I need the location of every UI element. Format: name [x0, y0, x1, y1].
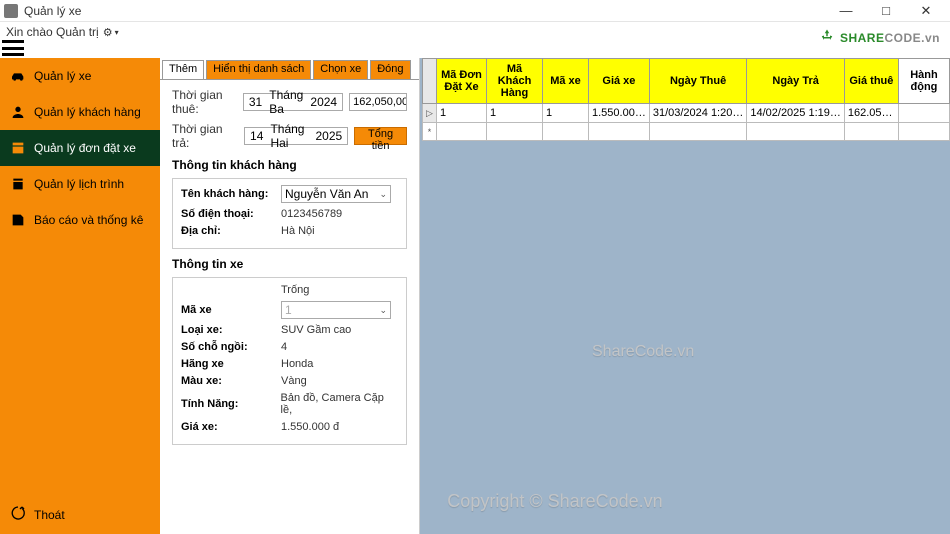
tab-add[interactable]: Thêm [162, 60, 204, 79]
table-new-row[interactable]: * [423, 123, 950, 141]
cust-phone-value: 0123456789 [281, 208, 342, 220]
sidebar-item-label: Quản lý xe [34, 69, 91, 83]
rent-amount-field[interactable]: 162,050,000 đ [349, 93, 407, 111]
rent-time-label: Thời gian thuê: [172, 88, 237, 116]
car-feat-value: Bản đồ, Camera Cặp lề, [281, 392, 398, 416]
col-action[interactable]: Hành động [898, 59, 949, 104]
sidebar-exit[interactable]: Thoát [0, 495, 160, 534]
window-title: Quản lý xe [24, 4, 81, 18]
customer-info-panel: Tên khách hàng: Nguyễn Văn An⌄ Số điện t… [172, 178, 407, 249]
table-row[interactable]: ▷ 1 1 1 1.550.00… 31/03/2024 1:20… 14/02… [423, 104, 950, 123]
orders-grid[interactable]: Mã Đơn Đặt Xe Mã Khách Hàng Mã xe Giá xe… [422, 58, 950, 141]
grid-header-row: Mã Đơn Đặt Xe Mã Khách Hàng Mã xe Giá xe… [423, 59, 950, 104]
window-maximize-button[interactable]: □ [866, 0, 906, 22]
recycle-icon [818, 28, 836, 46]
col-return-date[interactable]: Ngày Trả [747, 59, 845, 104]
data-grid-wrap: Mã Đơn Đặt Xe Mã Khách Hàng Mã xe Giá xe… [422, 58, 950, 141]
cust-phone-label: Số điện thoại: [181, 208, 281, 220]
car-color-label: Màu xe: [181, 375, 281, 387]
cust-name-label: Tên khách hàng: [181, 188, 281, 200]
return-date-picker[interactable]: 14 Tháng Hai 2025 [244, 127, 348, 145]
users-icon [10, 104, 26, 120]
brand-logo: SHARECODE.vn [818, 26, 940, 47]
sidebar-item-reports[interactable]: Báo cáo và thống kê [0, 202, 160, 238]
gear-icon[interactable]: ⚙ [103, 26, 113, 39]
car-price-label: Giá xe: [181, 421, 281, 433]
window-close-button[interactable]: ✕ [906, 0, 946, 22]
chevron-down-icon: ⌄ [379, 305, 387, 316]
sidebar: Quản lý xe Quản lý khách hàng Quản lý đơ… [0, 58, 160, 534]
car-id-select[interactable]: 1⌄ [281, 301, 391, 319]
tab-choose[interactable]: Chọn xe [313, 60, 368, 79]
report-icon [10, 212, 26, 228]
col-car-id[interactable]: Mã xe [543, 59, 589, 104]
col-order-id[interactable]: Mã Đơn Đặt Xe [437, 59, 487, 104]
gear-dropdown-caret[interactable]: ▾ [115, 28, 119, 37]
col-rent-date[interactable]: Ngày Thuê [649, 59, 747, 104]
car-seats-label: Số chỗ ngồi: [181, 341, 281, 353]
car-id-label: Mã xe [181, 304, 281, 316]
col-cust-id[interactable]: Mã Khách Hàng [487, 59, 543, 104]
chevron-down-icon: ⌄ [379, 189, 387, 200]
form-panel: Thêm Hiển thị danh sách Chọn xe Đóng Thờ… [160, 58, 420, 534]
total-button[interactable]: Tổng tiền [354, 127, 407, 145]
sidebar-item-label: Quản lý đơn đặt xe [34, 141, 136, 155]
new-row-icon: * [423, 123, 437, 141]
sidebar-item-schedule[interactable]: Quản lý lịch trình [0, 166, 160, 202]
sidebar-item-orders[interactable]: Quản lý đơn đặt xe [0, 130, 160, 166]
exit-icon [10, 505, 26, 524]
sidebar-item-label: Quản lý khách hàng [34, 105, 141, 119]
row-indicator-icon: ▷ [423, 104, 437, 123]
sub-header: Xin chào Quản trị ⚙ ▾ [0, 22, 950, 42]
car-seats-value: 4 [281, 341, 287, 353]
car-brand-label: Hãng xe [181, 358, 281, 370]
rent-date-picker[interactable]: 31 Tháng Ba 2024 [243, 93, 343, 111]
car-price-value: 1.550.000 đ [281, 421, 339, 433]
sidebar-item-cars[interactable]: Quản lý xe [0, 58, 160, 94]
cust-addr-value: Hà Nội [281, 225, 315, 237]
car-section-title: Thông tin xe [172, 257, 407, 271]
customer-section-title: Thông tin khách hàng [172, 158, 407, 172]
content-area: Thêm Hiển thị danh sách Chọn xe Đóng Thờ… [160, 58, 950, 534]
col-rent-price[interactable]: Giá thuê [844, 59, 898, 104]
hamburger-icon[interactable] [2, 40, 24, 56]
tab-close[interactable]: Đóng [370, 60, 410, 79]
car-info-panel: Trống Mã xe 1⌄ Loại xe:SUV Gầm cao Số ch… [172, 277, 407, 445]
car-type-value: SUV Gầm cao [281, 324, 351, 336]
cust-addr-label: Địa chỉ: [181, 225, 281, 237]
car-color-value: Vàng [281, 375, 307, 387]
sidebar-item-label: Quản lý lịch trình [34, 177, 124, 191]
order-icon [10, 140, 26, 156]
car-icon [10, 68, 26, 84]
sidebar-item-label: Báo cáo và thống kê [34, 213, 143, 227]
col-price[interactable]: Giá xe [589, 59, 650, 104]
app-icon [4, 4, 18, 18]
car-empty-label: Trống [281, 284, 309, 296]
window-minimize-button[interactable]: — [826, 0, 866, 22]
sidebar-item-customers[interactable]: Quản lý khách hàng [0, 94, 160, 130]
watermark-side: ShareCode.vn [592, 343, 694, 361]
form-tabs: Thêm Hiển thị danh sách Chọn xe Đóng [160, 60, 419, 80]
greeting-label: Xin chào Quản trị [6, 25, 99, 39]
watermark-center: Copyright © ShareCode.vn [447, 491, 662, 512]
car-brand-value: Honda [281, 358, 313, 370]
calendar-icon [10, 176, 26, 192]
return-time-label: Thời gian trả: [172, 122, 238, 150]
window-titlebar: Quản lý xe — □ ✕ [0, 0, 950, 22]
tab-list[interactable]: Hiển thị danh sách [206, 60, 311, 79]
car-type-label: Loại xe: [181, 324, 281, 336]
sidebar-exit-label: Thoát [34, 508, 65, 522]
cust-name-select[interactable]: Nguyễn Văn An⌄ [281, 185, 391, 203]
car-feat-label: Tính Năng: [181, 398, 281, 410]
